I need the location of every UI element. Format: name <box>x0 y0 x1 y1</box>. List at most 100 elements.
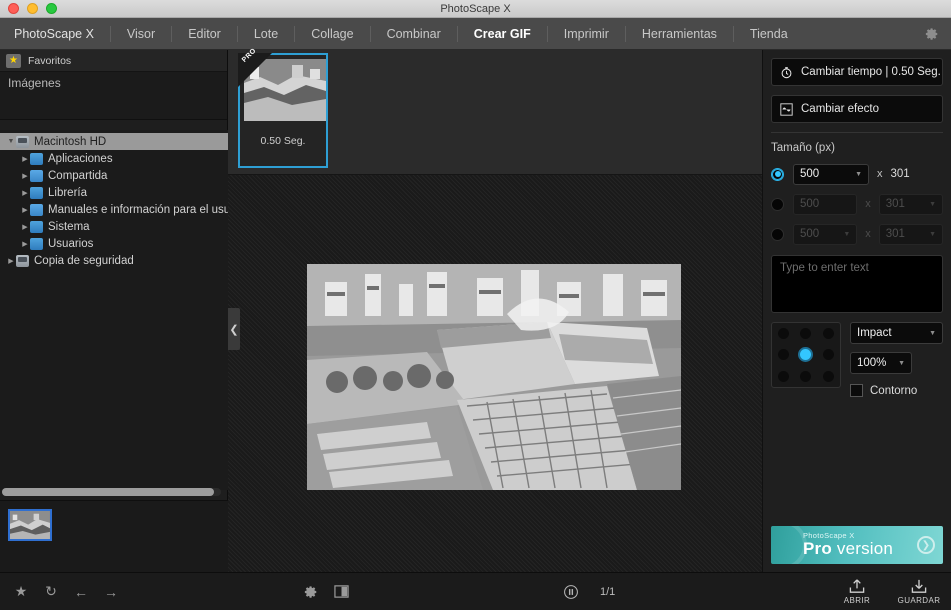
back-arrow-icon[interactable]: ← <box>66 573 96 610</box>
open-button[interactable]: ABRIR <box>833 578 881 605</box>
tree-item-manuales[interactable]: ▶ Manuales e información para el usuario <box>0 201 228 218</box>
size-height-select-3[interactable]: 301 ▼ <box>878 223 943 245</box>
chevron-down-icon: ▼ <box>929 200 936 208</box>
menu-item-combinar[interactable]: Combinar <box>371 18 457 50</box>
bottom-actions: ABRIR GUARDAR <box>833 578 943 605</box>
outline-checkbox[interactable] <box>850 384 863 397</box>
favorites-item-imagenes[interactable]: Imágenes <box>0 72 227 94</box>
menu-item-editor[interactable]: Editor <box>172 18 237 50</box>
disclosure-triangle-icon[interactable]: ▶ <box>20 172 30 180</box>
tree-item-usuarios[interactable]: ▶ Usuarios <box>0 235 228 252</box>
preview-image <box>307 264 681 490</box>
gear-icon[interactable] <box>925 27 939 41</box>
size-height-select-2[interactable]: 301 ▼ <box>878 193 943 215</box>
folder-icon <box>30 220 43 233</box>
tree-item-sistema[interactable]: ▶ Sistema <box>0 218 228 235</box>
pro-banner-rest: version <box>831 539 894 558</box>
outline-option[interactable]: Contorno <box>850 384 943 397</box>
size-row-1[interactable]: 500 ▼ x 301 <box>771 163 943 185</box>
chevron-right-circle-icon[interactable]: ❯ <box>917 536 935 554</box>
size-radio-2[interactable] <box>771 197 784 211</box>
favorites-header[interactable]: ★ Favoritos <box>0 50 227 72</box>
tree-item-libreria[interactable]: ▶ Librería <box>0 184 228 201</box>
tree-item-compartida[interactable]: ▶ Compartida <box>0 167 228 184</box>
chevron-down-icon: ▼ <box>855 170 862 178</box>
menu-item-photoscape-x[interactable]: PhotoScape X <box>0 18 110 50</box>
tree-item-copia-de-seguridad[interactable]: ▶ Copia de seguridad <box>0 252 228 269</box>
favorites-label: Favoritos <box>28 54 72 67</box>
gif-frame-item[interactable]: 0.50 Seg. PRO <box>238 47 328 168</box>
position-dot-bottom-left[interactable] <box>777 370 789 382</box>
disk-icon <box>16 135 29 148</box>
font-family-select[interactable]: Impact ▼ <box>850 322 943 344</box>
menu-item-herramientas[interactable]: Herramientas <box>626 18 733 50</box>
position-dot-top-center[interactable] <box>800 328 812 340</box>
position-dot-middle-center[interactable] <box>800 349 812 361</box>
size-height-value-1: 301 <box>890 168 910 180</box>
frame-counter: 1/1 <box>600 585 616 598</box>
size-width-field-2[interactable]: 500 <box>793 193 858 215</box>
position-dot-middle-right[interactable] <box>823 349 835 361</box>
thumbnail-item[interactable] <box>8 509 52 541</box>
disclosure-triangle-icon[interactable]: ▶ <box>20 240 30 248</box>
menu-item-crear-gif[interactable]: Crear GIF <box>458 18 547 50</box>
sidebar-thumbnail-strip[interactable] <box>0 500 228 572</box>
menu-item-lote[interactable]: Lote <box>238 18 294 50</box>
change-effect-button[interactable]: Cambiar efecto <box>771 95 943 123</box>
font-size-select[interactable]: 100% ▼ <box>850 352 912 374</box>
tree-item-aplicaciones[interactable]: ▶ Aplicaciones <box>0 150 228 167</box>
menu-item-visor[interactable]: Visor <box>111 18 171 50</box>
disclosure-triangle-icon[interactable]: ▶ <box>6 257 16 265</box>
size-width-select-1[interactable]: 500 ▼ <box>793 163 869 185</box>
pro-banner-bold: Pro <box>803 539 832 558</box>
disclosure-triangle-icon[interactable]: ▼ <box>6 138 16 145</box>
refresh-icon[interactable]: ↻ <box>36 573 66 610</box>
disclosure-triangle-icon[interactable]: ▶ <box>20 206 30 214</box>
save-button[interactable]: GUARDAR <box>895 578 943 605</box>
disclosure-triangle-icon[interactable]: ▶ <box>20 155 30 163</box>
tree-item-label: Sistema <box>48 220 90 233</box>
folder-icon <box>30 203 43 216</box>
menu-item-collage[interactable]: Collage <box>295 18 369 50</box>
font-family-value: Impact <box>857 327 892 339</box>
thumbnail-image <box>10 511 50 539</box>
sidebar-horizontal-scrollbar[interactable] <box>2 488 221 496</box>
size-x-separator-3: x <box>865 228 871 240</box>
preview-canvas[interactable] <box>228 175 762 572</box>
size-radio-3[interactable] <box>771 227 784 241</box>
position-dot-middle-left[interactable] <box>777 349 789 361</box>
size-width-select-3[interactable]: 500 ▼ <box>793 223 858 245</box>
tree-item-label: Manuales e información para el usuario <box>48 203 228 216</box>
disclosure-triangle-icon[interactable]: ▶ <box>20 189 30 197</box>
position-dot-bottom-center[interactable] <box>800 370 812 382</box>
size-radio-1[interactable] <box>771 167 784 181</box>
favorites-list[interactable]: Imágenes <box>0 72 227 120</box>
outline-label: Contorno <box>870 384 918 397</box>
tree-item-label: Copia de seguridad <box>34 254 134 267</box>
size-row-3[interactable]: 500 ▼ x 301 ▼ <box>771 223 943 245</box>
pro-version-banner[interactable]: PhotoScape X Pro version ❯ <box>771 526 943 564</box>
gear-icon[interactable] <box>296 573 326 610</box>
banner-decoration <box>771 526 807 564</box>
folder-tree[interactable]: ▼ Macintosh HD ▶ Aplicaciones ▶ Comparti… <box>0 130 228 490</box>
download-arrow-icon <box>911 579 927 593</box>
position-dot-top-left[interactable] <box>777 328 789 340</box>
forward-arrow-icon[interactable]: → <box>96 573 126 610</box>
text-input[interactable]: Type to enter text <box>771 255 943 313</box>
pause-icon[interactable] <box>556 573 586 610</box>
menu-item-tienda[interactable]: Tienda <box>734 18 804 50</box>
chevron-left-icon[interactable]: ❮ <box>228 308 240 350</box>
position-dot-bottom-right[interactable] <box>823 370 835 382</box>
text-position-grid[interactable] <box>771 322 841 388</box>
position-dot-top-right[interactable] <box>823 328 835 340</box>
disclosure-triangle-icon[interactable]: ▶ <box>20 223 30 231</box>
gif-frame-strip[interactable]: 0.50 Seg. PRO <box>228 47 762 175</box>
divider <box>771 132 943 133</box>
size-row-2[interactable]: 500 x 301 ▼ <box>771 193 943 215</box>
split-square-icon[interactable] <box>326 573 356 610</box>
change-time-button[interactable]: Cambiar tiempo | 0.50 Seg. <box>771 58 943 86</box>
menu-item-imprimir[interactable]: Imprimir <box>548 18 625 50</box>
chevron-down-icon: ▼ <box>898 359 905 367</box>
star-icon[interactable]: ★ <box>6 573 36 610</box>
tree-item-macintosh-hd[interactable]: ▼ Macintosh HD <box>0 133 228 150</box>
